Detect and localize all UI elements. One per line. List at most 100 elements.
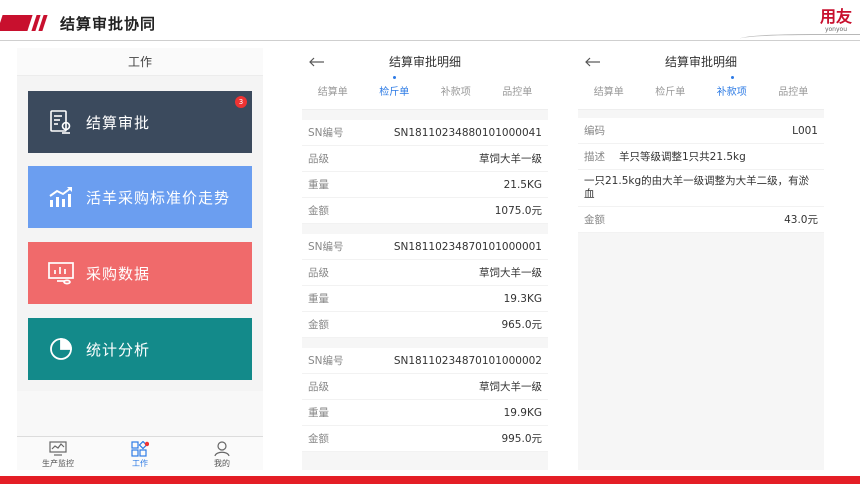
tab-quality[interactable]: 品控单 bbox=[763, 76, 825, 109]
field-value: 草饲大羊一级 bbox=[479, 267, 542, 279]
field-value: 995.0元 bbox=[501, 433, 542, 445]
record-row-amount: 金额 1075.0元 bbox=[302, 198, 548, 224]
field-label: 金额 bbox=[308, 433, 329, 445]
field-value: SN18110234870101000001 bbox=[393, 240, 542, 253]
tile-price-trend[interactable]: 活羊采购标准价走势 bbox=[28, 166, 252, 228]
tile-statistics[interactable]: 统计分析 bbox=[28, 318, 252, 380]
logo-main-text: 用友 bbox=[819, 7, 852, 26]
tab-settlement[interactable]: 结算单 bbox=[302, 76, 364, 109]
field-label: 品级 bbox=[308, 153, 329, 165]
tile-purchase-data[interactable]: 采购数据 bbox=[28, 242, 252, 304]
record-row-amount: 金额 43.0元 bbox=[578, 207, 824, 233]
field-label: 重量 bbox=[308, 179, 329, 191]
field-label: 金额 bbox=[584, 214, 605, 226]
tab-quality[interactable]: 品控单 bbox=[487, 76, 549, 109]
record-group: SN编号 SN18110234870101000002 品级 草饲大羊一级 重量 19… bbox=[302, 348, 548, 452]
record-group: SN编号 SN18110234880101000041 品级 草饲大羊一级 重量 21… bbox=[302, 120, 548, 224]
nav-title: 结算审批明细 bbox=[664, 55, 737, 69]
detail-tabs: 结算单 检斤单 补款项 品控单 bbox=[302, 76, 548, 110]
yonyou-logo: 用友 yonyou bbox=[820, 8, 852, 34]
record-row-grade: 品级 草饲大羊一级 bbox=[302, 260, 548, 286]
home-title: 工作 bbox=[17, 48, 263, 76]
nav-bar: 结算审批明细 bbox=[302, 48, 548, 76]
field-label: 金额 bbox=[308, 205, 329, 217]
back-arrow-icon[interactable] bbox=[584, 48, 602, 76]
field-value: 草饲大羊一级 bbox=[479, 153, 542, 165]
slide-header: 结算审批协同 用友 yonyou bbox=[0, 0, 860, 48]
field-label: 编码 bbox=[584, 125, 605, 137]
inspection-detail-screen: 结算审批明细 结算单 检斤单 补款项 品控单 SN编号 SN18110234880… bbox=[302, 48, 548, 470]
tile-label: 活羊采购标准价走势 bbox=[86, 188, 231, 207]
back-arrow-icon[interactable] bbox=[308, 48, 326, 76]
record-note: 一只21.5kg的由大羊一级调整为大羊二级，有淤血 bbox=[578, 170, 824, 207]
logo-sub-text: yonyou bbox=[824, 26, 848, 33]
field-label: 金额 bbox=[308, 319, 329, 331]
tile-settlement-approval[interactable]: 结算审批 3 bbox=[28, 91, 252, 153]
field-label: 重量 bbox=[308, 293, 329, 305]
nav-bar: 结算审批明细 bbox=[578, 48, 824, 76]
bottom-tabbar: 生产监控 工作 我的 bbox=[17, 436, 263, 470]
detail-tabs: 结算单 检斤单 补款项 品控单 bbox=[578, 76, 824, 110]
field-label: 重量 bbox=[308, 407, 329, 419]
header-curve-decoration bbox=[740, 34, 860, 42]
record-row-amount: 金额 995.0元 bbox=[302, 426, 548, 452]
monitor-icon bbox=[48, 440, 68, 457]
tab-label: 生产监控 bbox=[42, 459, 74, 468]
record-row-weight: 重量 21.5KG bbox=[302, 172, 548, 198]
field-value: 草饲大羊一级 bbox=[479, 381, 542, 393]
field-value: 羊只等级调整1只共21.5kg bbox=[619, 151, 746, 163]
tab-inspection[interactable]: 检斤单 bbox=[640, 76, 702, 109]
tab-supplement[interactable]: 补款项 bbox=[701, 76, 763, 109]
slide-title: 结算审批协同 bbox=[60, 15, 157, 33]
supplement-detail-screen: 结算审批明细 结算单 检斤单 补款项 品控单 编码 L001 描述 羊只等级调整… bbox=[578, 48, 824, 470]
record-row-amount: 金额 965.0元 bbox=[302, 312, 548, 338]
tab-work[interactable]: 工作 bbox=[99, 437, 181, 470]
record-row-weight: 重量 19.3KG bbox=[302, 286, 548, 312]
record-row-sn: SN编号 SN18110234870101000002 bbox=[302, 348, 548, 374]
nav-title: 结算审批明细 bbox=[388, 55, 461, 69]
tile-label: 采购数据 bbox=[86, 264, 151, 283]
record-row-grade: 品级 草饲大羊一级 bbox=[302, 146, 548, 172]
field-label: SN编号 bbox=[308, 355, 344, 367]
record-row-sn: SN编号 SN18110234870101000001 bbox=[302, 234, 548, 260]
field-value: 19.3KG bbox=[503, 292, 542, 305]
grid-apps-icon bbox=[130, 440, 150, 457]
record-row-description: 描述 羊只等级调整1只共21.5kg bbox=[578, 144, 824, 170]
field-label: 品级 bbox=[308, 381, 329, 393]
record-row-grade: 品级 草饲大羊一级 bbox=[302, 374, 548, 400]
header-divider bbox=[0, 40, 860, 41]
bottom-brand-bar bbox=[0, 476, 860, 484]
tab-production-monitor[interactable]: 生产监控 bbox=[17, 437, 99, 470]
notification-badge: 3 bbox=[235, 96, 247, 108]
approval-doc-icon bbox=[48, 109, 74, 135]
user-icon bbox=[212, 440, 232, 457]
record-group: SN编号 SN18110234870101000001 品级 草饲大羊一级 重量 19… bbox=[302, 234, 548, 338]
work-home-screen: 工作 结算审批 3 活羊采购标准价走势 采购数据 统计分析 生产监控 工作 我的 bbox=[17, 48, 263, 470]
tab-label: 工作 bbox=[132, 459, 148, 468]
field-value: 19.9KG bbox=[503, 406, 542, 419]
tab-inspection[interactable]: 检斤单 bbox=[364, 76, 426, 109]
monitor-chart-icon bbox=[48, 260, 74, 286]
pie-chart-icon bbox=[48, 336, 74, 362]
field-label: 品级 bbox=[308, 267, 329, 279]
record-row-sn: SN编号 SN18110234880101000041 bbox=[302, 120, 548, 146]
tab-mine[interactable]: 我的 bbox=[181, 437, 263, 470]
field-value: SN18110234880101000041 bbox=[393, 126, 542, 139]
tab-supplement[interactable]: 补款项 bbox=[425, 76, 487, 109]
tab-settlement[interactable]: 结算单 bbox=[578, 76, 640, 109]
field-value: 43.0元 bbox=[784, 214, 818, 226]
tile-label: 结算审批 bbox=[86, 113, 151, 132]
field-label: SN编号 bbox=[308, 241, 344, 253]
supplement-record: 编码 L001 描述 羊只等级调整1只共21.5kg 一只21.5kg的由大羊一… bbox=[578, 118, 824, 233]
field-value: 21.5KG bbox=[503, 178, 542, 191]
trend-chart-icon bbox=[48, 184, 74, 210]
record-row-code: 编码 L001 bbox=[578, 118, 824, 144]
field-value: 965.0元 bbox=[501, 319, 542, 331]
record-row-weight: 重量 19.9KG bbox=[302, 400, 548, 426]
brand-stripes-icon bbox=[0, 15, 52, 31]
field-value: L001 bbox=[792, 124, 818, 137]
field-value: SN18110234870101000002 bbox=[393, 354, 542, 367]
field-label: 描述 bbox=[584, 151, 605, 163]
field-value: 1075.0元 bbox=[494, 205, 542, 217]
tab-label: 我的 bbox=[214, 459, 230, 468]
